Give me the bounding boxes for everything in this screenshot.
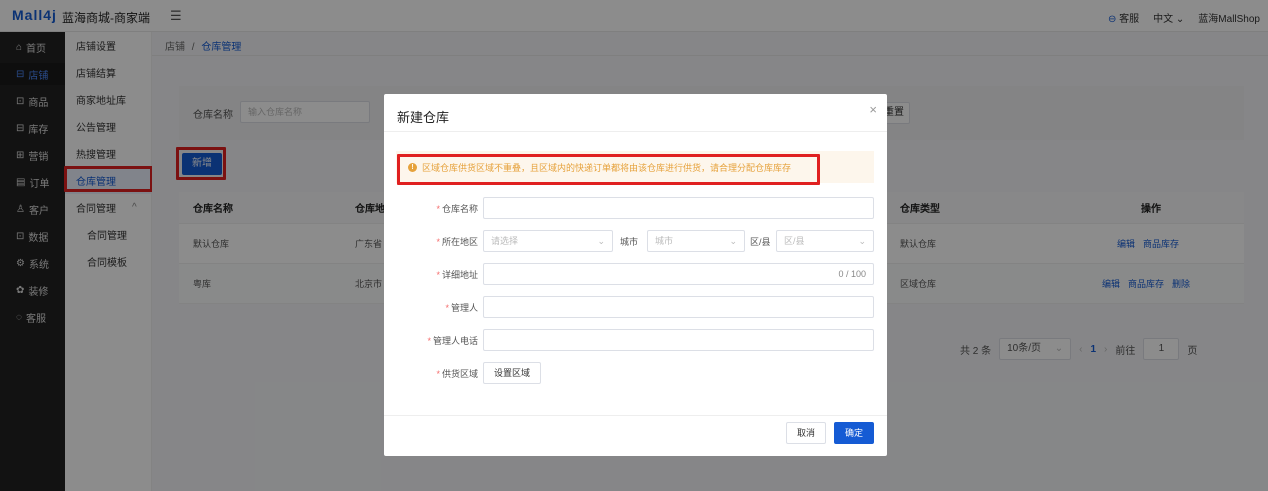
area-label: * 供货区域: [436, 369, 478, 379]
cancel-button[interactable]: 取消: [786, 422, 826, 444]
name-label: * 仓库名称: [436, 204, 478, 214]
chevron-down-icon: ⌄: [729, 236, 737, 246]
confirm-button[interactable]: 确定: [834, 422, 874, 444]
new-warehouse-dialog: 新建仓库 × ! 区域仓库供货区域不重叠，且区域内的快递订单都将由该仓库进行供货…: [384, 94, 887, 456]
province-select[interactable]: 请选择 ⌄: [483, 230, 613, 252]
city-select[interactable]: 城市 ⌄: [647, 230, 745, 252]
manager-input[interactable]: [483, 296, 874, 318]
chevron-down-icon: ⌄: [597, 236, 605, 246]
district-select[interactable]: 区/县 ⌄: [776, 230, 874, 252]
warehouse-name-input[interactable]: [483, 197, 874, 219]
chevron-down-icon: ⌄: [858, 236, 866, 246]
highlight-alert: [397, 154, 820, 185]
manager-phone-input[interactable]: [483, 329, 874, 351]
detail-address-input[interactable]: 0 / 100: [483, 263, 874, 285]
district-label: 区/县: [750, 237, 771, 247]
dialog-footer-divider: [384, 415, 887, 416]
close-icon[interactable]: ×: [869, 102, 877, 117]
address-counter: 0 / 100: [838, 269, 866, 279]
dialog-divider: [384, 131, 887, 132]
dialog-title: 新建仓库: [397, 110, 450, 125]
manager-label: * 管理人: [445, 303, 478, 313]
city-label: 城市: [620, 237, 639, 247]
region-label: * 所在地区: [436, 237, 478, 247]
set-area-button[interactable]: 设置区域: [483, 362, 541, 384]
address-label: * 详细地址: [436, 270, 478, 280]
phone-label: * 管理人电话: [427, 336, 478, 346]
